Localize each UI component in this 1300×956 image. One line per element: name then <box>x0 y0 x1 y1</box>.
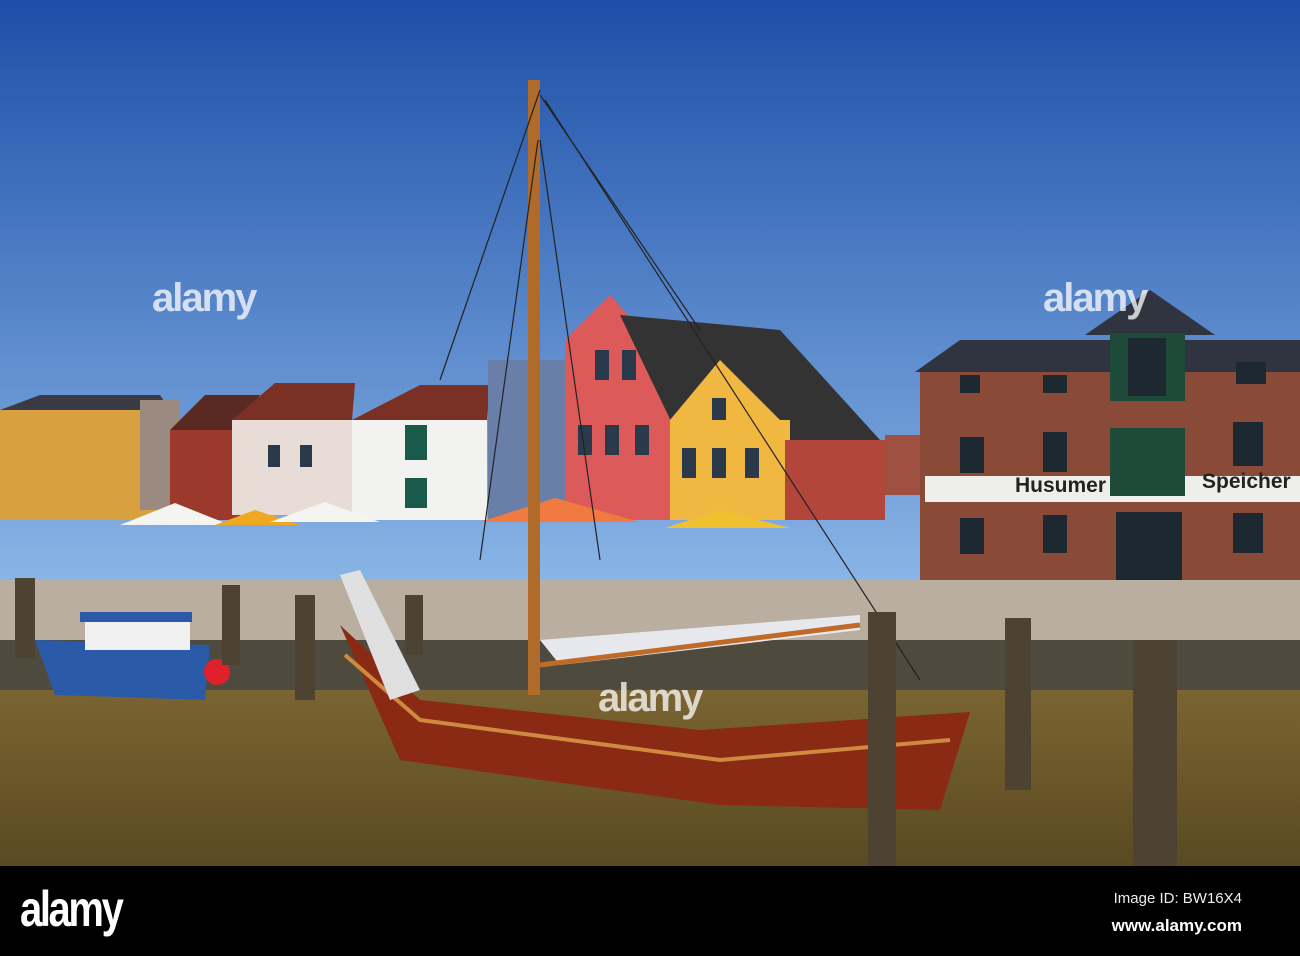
footer-bar: alamy Image ID: BW16X4 www.alamy.com <box>0 866 1300 956</box>
alamy-logo: alamy <box>20 881 124 937</box>
watermark: alamy <box>152 276 257 320</box>
building-sign-husumer: Husumer <box>1015 474 1107 497</box>
photo-frame: Husumer Speicher alamy alamy alamy alamy… <box>0 0 1300 956</box>
building-sign-speicher: Speicher <box>1202 470 1291 493</box>
harbor-photo <box>0 0 1300 866</box>
image-id: Image ID: BW16X4 <box>1113 890 1242 907</box>
watermark: alamy <box>598 676 703 720</box>
site-url[interactable]: www.alamy.com <box>1112 916 1242 936</box>
watermark: alamy <box>1043 276 1148 320</box>
